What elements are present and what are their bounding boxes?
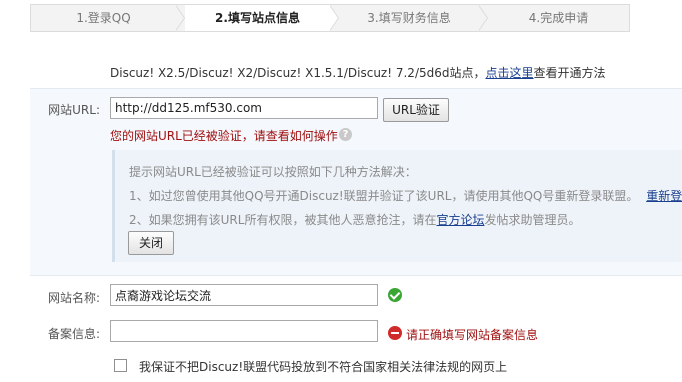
agreement-label: 我保证不把Discuz!联盟代码投放到不符合国家相关法律法规的网页上 bbox=[139, 360, 508, 374]
agreement-checkbox[interactable] bbox=[114, 359, 127, 372]
step-separator bbox=[329, 5, 339, 31]
step-site-info: 2.填写站点信息 bbox=[185, 5, 330, 31]
url-label: 网站URL: bbox=[48, 103, 100, 117]
step-finance-info: 3.填写财务信息 bbox=[367, 11, 451, 25]
click-here-link[interactable]: 点击这里 bbox=[486, 66, 534, 80]
help-icon[interactable]: ? bbox=[339, 128, 352, 141]
record-error-message: 请正确填写网站备案信息 bbox=[406, 328, 539, 342]
tip-line-2-suffix: 发帖求助管理员。 bbox=[484, 213, 581, 227]
tip-heading: 提示网站URL已经被验证可以按照如下几种方法解决： bbox=[129, 165, 417, 179]
url-verify-button[interactable]: URL验证 bbox=[383, 98, 449, 122]
step-progress-bar: 1.登录QQ 2.填写站点信息 3.填写财务信息 4.完成申请 bbox=[30, 4, 630, 32]
tip-line-2-prefix: 2、如果您拥有该URL所有权限，被其他人恶意抢注，请在 bbox=[129, 213, 437, 227]
step-login-qq: 1.登录QQ bbox=[76, 11, 131, 25]
tip-line-1: 1、如过您曾使用其他QQ号开通Discuz!联盟并验证了该URL，请使用其他QQ… bbox=[129, 187, 682, 204]
tip-line-1-text: 1、如过您曾使用其他QQ号开通Discuz!联盟并验证了该URL，请使用其他QQ… bbox=[129, 189, 639, 203]
intro-suffix: 查看开通方法 bbox=[533, 66, 606, 80]
relogin-link[interactable]: 重新登录 bbox=[646, 189, 682, 203]
tip-line-2: 2、如果您拥有该URL所有权限，被其他人恶意抢注，请在官方论坛发帖求助管理员。 bbox=[129, 211, 580, 228]
site-name-label: 网站名称: bbox=[47, 291, 100, 305]
close-tip-button[interactable]: 关闭 bbox=[128, 231, 174, 255]
check-ok-icon bbox=[388, 288, 402, 302]
record-input[interactable] bbox=[110, 320, 378, 342]
step-complete: 4.完成申请 bbox=[528, 11, 589, 25]
url-input[interactable] bbox=[110, 97, 378, 119]
official-forum-link[interactable]: 官方论坛 bbox=[436, 213, 484, 227]
record-label: 备案信息: bbox=[47, 327, 100, 341]
site-name-input[interactable] bbox=[110, 284, 378, 306]
intro-text: Discuz! X2.5/Discuz! X2/Discuz! X1.5.1/D… bbox=[110, 64, 606, 81]
url-error-message: 您的网站URL已经被验证，请查看如何操作 bbox=[110, 129, 338, 143]
step-separator bbox=[175, 5, 185, 31]
tip-box: 提示网站URL已经被验证可以按照如下几种方法解决： 1、如过您曾使用其他QQ号开… bbox=[112, 150, 682, 262]
intro-prefix: Discuz! X2.5/Discuz! X2/Discuz! X1.5.1/D… bbox=[110, 66, 486, 80]
step-separator bbox=[478, 5, 488, 31]
error-icon bbox=[388, 326, 402, 340]
